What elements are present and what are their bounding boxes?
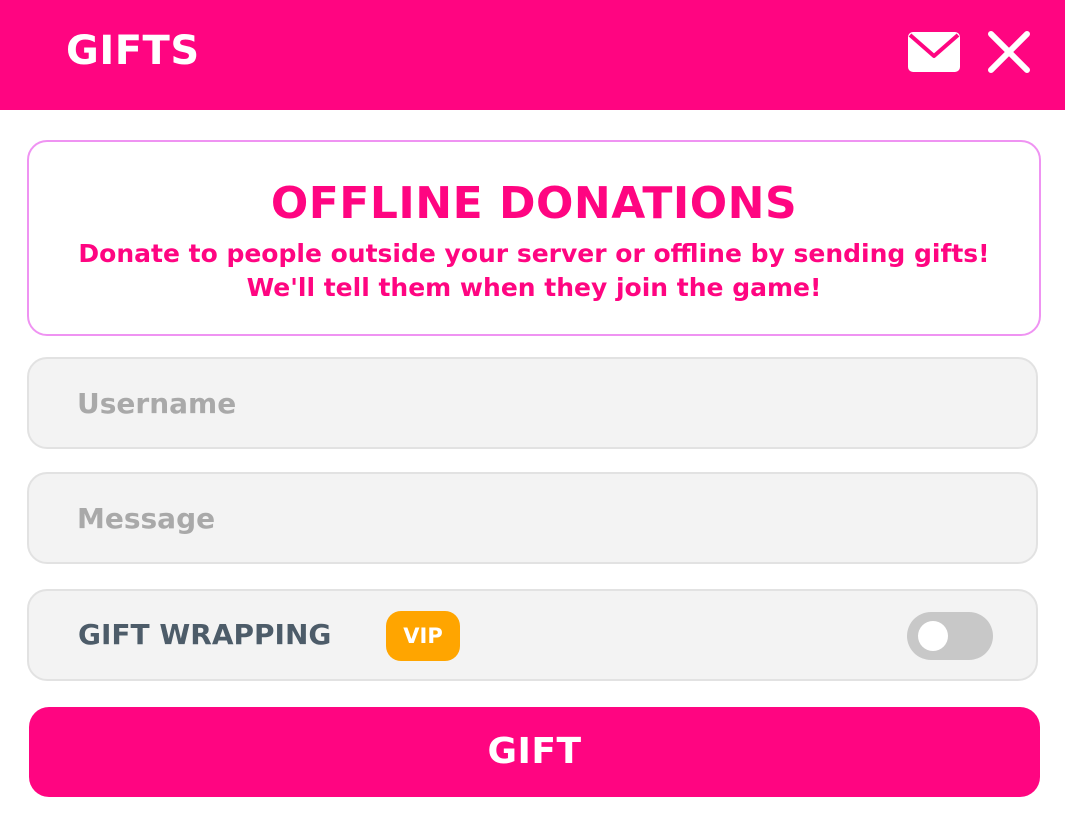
info-title: OFFLINE DONATIONS: [270, 178, 798, 229]
message-field-container: [27, 472, 1038, 564]
gift-button[interactable]: GIFT: [29, 707, 1040, 797]
gift-wrapping-toggle[interactable]: [907, 612, 993, 660]
close-icon: [988, 31, 1030, 73]
gifts-window: GIFTS OFFLINE DONATIONS Donate to people…: [0, 0, 1065, 827]
mail-icon: [908, 32, 960, 72]
offline-donations-card: OFFLINE DONATIONS Donate to people outsi…: [27, 140, 1041, 336]
mail-button[interactable]: [906, 30, 962, 74]
info-description-line-2: We'll tell them when they join the game!: [246, 273, 822, 302]
close-button[interactable]: [986, 29, 1032, 75]
gift-wrapping-row: GIFT WRAPPING VIP: [27, 589, 1038, 681]
message-input[interactable]: [77, 474, 977, 562]
info-description-line-1: Donate to people outside your server or …: [78, 239, 990, 268]
vip-badge: VIP: [386, 611, 460, 661]
header-bar: GIFTS: [0, 0, 1065, 110]
username-field-container: [27, 357, 1038, 449]
toggle-knob: [918, 621, 948, 651]
username-input[interactable]: [77, 359, 977, 447]
gift-wrapping-label: GIFT WRAPPING: [78, 618, 332, 651]
window-title: GIFTS: [66, 28, 200, 74]
